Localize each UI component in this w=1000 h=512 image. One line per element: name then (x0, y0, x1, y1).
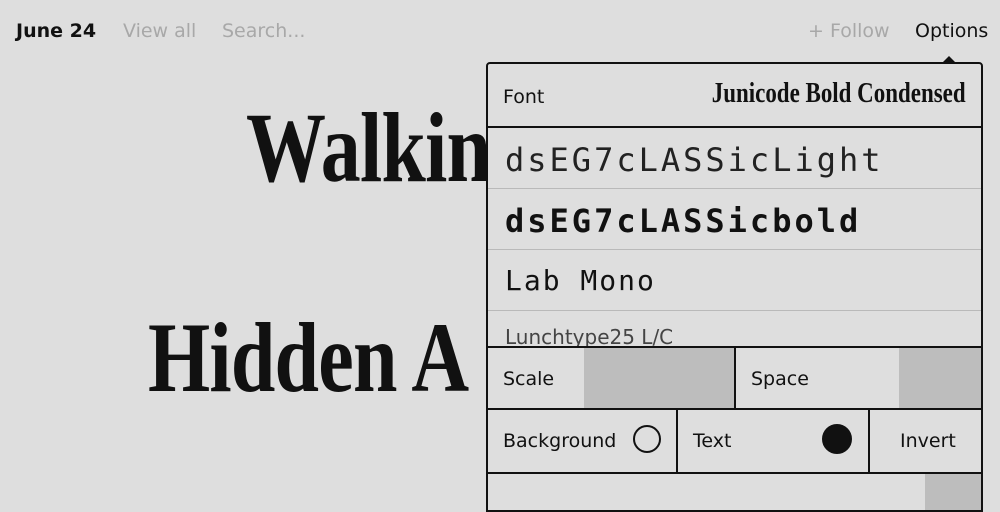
color-row: Background Text Invert (488, 410, 981, 474)
scale-label: Scale (503, 368, 555, 390)
bottom-slider-fill[interactable] (925, 474, 981, 510)
scale-slider-fill[interactable] (584, 348, 734, 408)
font-current-value: Junicode Bold Condensed (712, 78, 966, 109)
date-label: June 24 (16, 20, 97, 42)
invert-button[interactable]: Invert (870, 410, 981, 472)
font-list: dsEG7cLASSicLight dsEG7cLASSicbold Lab M… (488, 128, 981, 346)
font-option-label: dsEG7cLASSicLight (505, 141, 884, 179)
bottom-row (488, 474, 981, 510)
font-label: Font (503, 86, 545, 108)
font-selector[interactable]: Font Junicode Bold Condensed (488, 64, 981, 128)
text-color-button[interactable]: Text (678, 410, 870, 472)
font-option-dseg7-light[interactable]: dsEG7cLASSicLight (488, 128, 981, 189)
font-option-label: Lab Mono (505, 264, 656, 297)
scale-space-row: Scale Space (488, 346, 981, 410)
background-label: Background (503, 430, 617, 452)
background-color-button[interactable]: Background (488, 410, 678, 472)
headline-line-2: Hidden A (148, 302, 469, 413)
font-option-lab-mono[interactable]: Lab Mono (488, 250, 981, 311)
headline-line-1: Walkin (246, 92, 491, 203)
text-swatch-icon (822, 424, 852, 454)
search-input[interactable] (222, 20, 422, 42)
font-option-dseg7-bold[interactable]: dsEG7cLASSicbold (488, 189, 981, 250)
options-panel: Font Junicode Bold Condensed dsEG7cLASSi… (486, 62, 983, 512)
space-slider[interactable]: Space (736, 348, 981, 408)
font-option-lunchtype[interactable]: Lunchtype25 L/C (488, 311, 981, 346)
background-swatch-icon (633, 425, 661, 453)
options-button[interactable]: Options (915, 20, 988, 42)
space-slider-fill[interactable] (899, 348, 981, 408)
top-nav: June 24 View all + Follow Options (0, 0, 1000, 63)
invert-label: Invert (900, 430, 956, 452)
scale-slider[interactable]: Scale (488, 348, 736, 408)
font-option-label: dsEG7cLASSicbold (505, 202, 862, 240)
follow-button[interactable]: + Follow (808, 20, 890, 42)
view-all-link[interactable]: View all (123, 20, 196, 42)
space-label: Space (751, 368, 809, 390)
font-option-label: Lunchtype25 L/C (505, 325, 674, 346)
text-label: Text (693, 430, 732, 452)
